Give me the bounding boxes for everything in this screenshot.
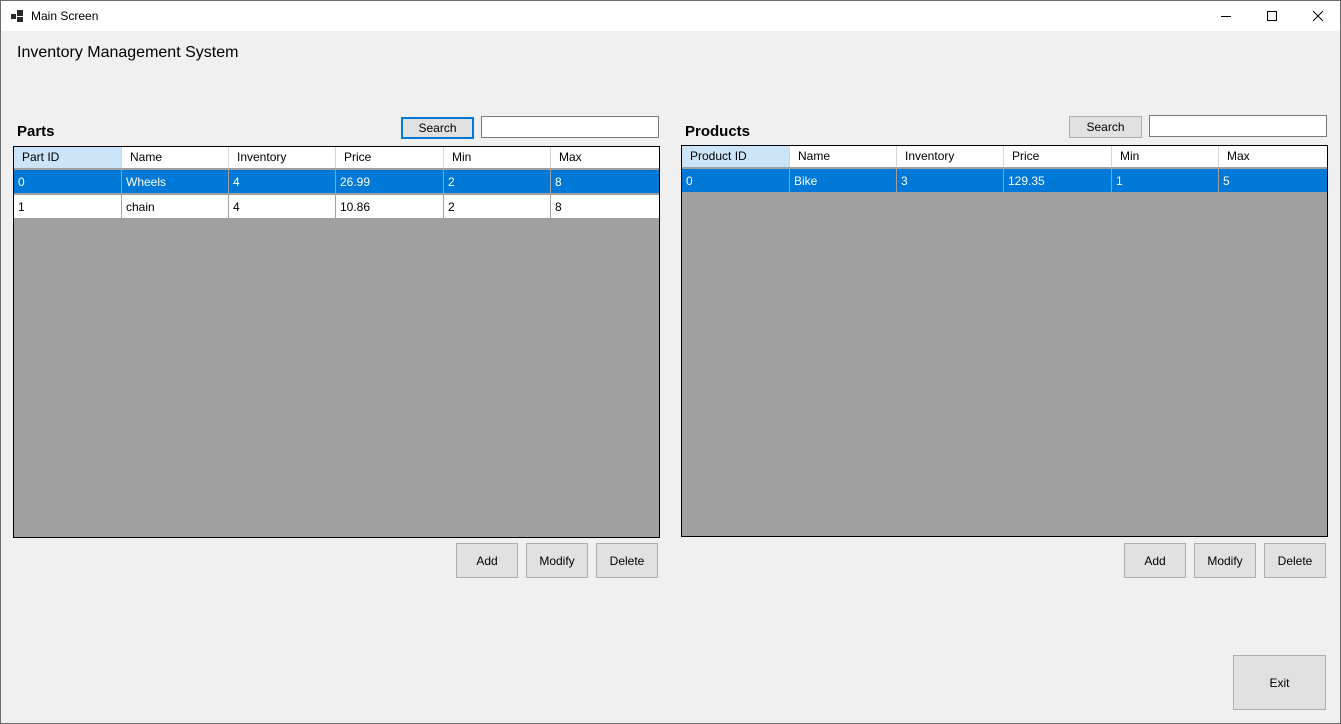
- title-bar: Main Screen: [1, 1, 1340, 31]
- maximize-button[interactable]: [1249, 1, 1295, 31]
- products-add-button[interactable]: Add: [1124, 543, 1186, 578]
- parts-col-min[interactable]: Min: [444, 147, 551, 168]
- product-max-cell[interactable]: 5: [1219, 169, 1327, 193]
- maximize-icon: [1267, 11, 1277, 21]
- part-max-cell[interactable]: 8: [551, 195, 659, 219]
- main-window: Main Screen Inventory Management System …: [0, 0, 1341, 724]
- part-price-cell[interactable]: 10.86: [336, 195, 444, 219]
- window-title: Main Screen: [31, 9, 99, 23]
- parts-modify-button[interactable]: Modify: [526, 543, 588, 578]
- parts-grid-header: Part ID Name Inventory Price Min Max: [14, 147, 659, 169]
- exit-button[interactable]: Exit: [1233, 655, 1326, 710]
- parts-search-button[interactable]: Search: [401, 117, 474, 139]
- product-name-cell[interactable]: Bike: [790, 169, 897, 193]
- parts-col-name[interactable]: Name: [122, 147, 229, 168]
- parts-delete-button[interactable]: Delete: [596, 543, 658, 578]
- parts-col-price[interactable]: Price: [336, 147, 444, 168]
- products-col-max[interactable]: Max: [1219, 146, 1327, 167]
- product-min-cell[interactable]: 1: [1112, 169, 1219, 193]
- table-row[interactable]: 0 Wheels 4 26.99 2 8: [14, 170, 659, 194]
- products-search-button[interactable]: Search: [1069, 116, 1142, 138]
- products-col-price[interactable]: Price: [1004, 146, 1112, 167]
- parts-label: Parts: [17, 123, 55, 140]
- part-inventory-cell[interactable]: 4: [229, 170, 336, 194]
- products-col-inventory[interactable]: Inventory: [897, 146, 1004, 167]
- part-name-cell[interactable]: chain: [122, 195, 229, 219]
- part-price-cell[interactable]: 26.99: [336, 170, 444, 194]
- app-title: Inventory Management System: [17, 44, 239, 61]
- products-col-product-id[interactable]: Product ID: [682, 146, 790, 167]
- close-icon: [1312, 10, 1324, 22]
- products-col-min[interactable]: Min: [1112, 146, 1219, 167]
- parts-search-input[interactable]: [481, 116, 659, 138]
- part-min-cell[interactable]: 2: [444, 195, 551, 219]
- table-row[interactable]: 1 chain 4 10.86 2 8: [14, 195, 659, 219]
- close-button[interactable]: [1295, 1, 1341, 31]
- parts-col-part-id[interactable]: Part ID: [14, 147, 122, 168]
- products-search-input[interactable]: [1149, 115, 1327, 137]
- product-id-cell[interactable]: 0: [682, 169, 790, 193]
- app-icon: [11, 10, 23, 22]
- minimize-button[interactable]: [1203, 1, 1249, 31]
- part-max-cell[interactable]: 8: [551, 170, 659, 194]
- part-min-cell[interactable]: 2: [444, 170, 551, 194]
- minimize-icon: [1221, 16, 1231, 17]
- parts-grid[interactable]: Part ID Name Inventory Price Min Max 0 W…: [13, 146, 660, 538]
- product-price-cell[interactable]: 129.35: [1004, 169, 1112, 193]
- part-id-cell[interactable]: 0: [14, 170, 122, 194]
- products-delete-button[interactable]: Delete: [1264, 543, 1326, 578]
- product-inventory-cell[interactable]: 3: [897, 169, 1004, 193]
- products-grid-header: Product ID Name Inventory Price Min Max: [682, 146, 1327, 168]
- products-col-name[interactable]: Name: [790, 146, 897, 167]
- parts-col-inventory[interactable]: Inventory: [229, 147, 336, 168]
- part-inventory-cell[interactable]: 4: [229, 195, 336, 219]
- parts-add-button[interactable]: Add: [456, 543, 518, 578]
- part-name-cell[interactable]: Wheels: [122, 170, 229, 194]
- products-label: Products: [685, 123, 751, 140]
- part-id-cell[interactable]: 1: [14, 195, 122, 219]
- products-modify-button[interactable]: Modify: [1194, 543, 1256, 578]
- parts-col-max[interactable]: Max: [551, 147, 659, 168]
- table-row[interactable]: 0 Bike 3 129.35 1 5: [682, 169, 1327, 193]
- products-grid[interactable]: Product ID Name Inventory Price Min Max …: [681, 145, 1328, 537]
